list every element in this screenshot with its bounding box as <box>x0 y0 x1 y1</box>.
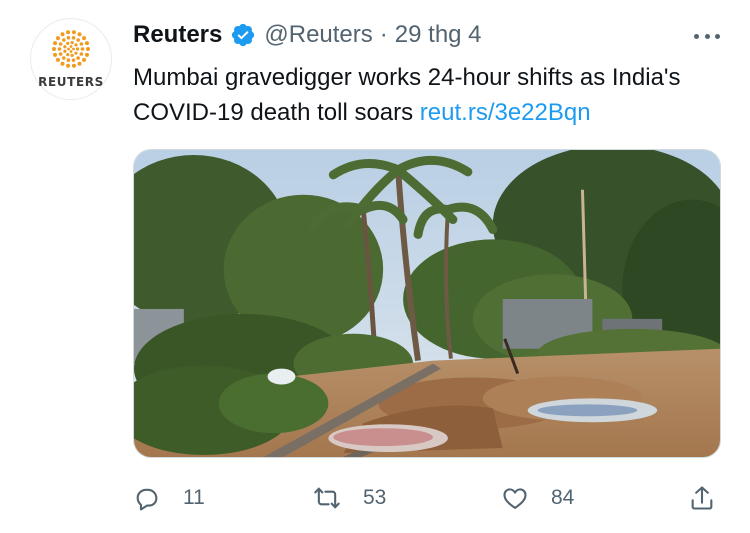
tweet-date[interactable]: 29 thg 4 <box>395 21 482 49</box>
reply-button[interactable]: 11 <box>133 478 205 518</box>
heart-icon <box>503 488 527 509</box>
retweet-count: 53 <box>363 486 387 509</box>
verified-badge-icon <box>232 23 255 47</box>
share-button[interactable] <box>688 478 716 518</box>
tweet-link[interactable]: reut.rs/3e22Bqn <box>420 99 591 126</box>
avatar-logo-text: REUTERS <box>38 75 104 89</box>
more-options-icon[interactable] <box>690 24 724 48</box>
reuters-logo-icon <box>52 30 90 68</box>
like-button[interactable]: 84 <box>501 478 574 518</box>
reply-icon <box>136 488 158 511</box>
retweet-button[interactable]: 53 <box>313 478 386 518</box>
photo-graveyard <box>134 150 720 457</box>
tweet-photo[interactable] <box>133 149 721 458</box>
tweet-header: Reuters @Reuters · 29 thg 4 <box>133 20 482 50</box>
share-icon <box>691 486 713 510</box>
tweet-body: Mumbai gravedigger works 24-hour shifts … <box>133 64 681 126</box>
author-handle[interactable]: @Reuters <box>264 21 372 49</box>
tweet-text: Mumbai gravedigger works 24-hour shifts … <box>133 60 733 130</box>
retweet-icon <box>314 487 340 509</box>
tweet[interactable]: REUTERS Reuters @Reuters · 29 thg 4 Mumb… <box>0 0 750 533</box>
separator-dot: · <box>379 21 388 48</box>
action-bar: 11 53 84 <box>133 478 723 518</box>
avatar[interactable]: REUTERS <box>30 18 112 100</box>
author-display-name[interactable]: Reuters <box>133 21 222 49</box>
reply-count: 11 <box>183 486 205 509</box>
like-count: 84 <box>551 486 575 509</box>
